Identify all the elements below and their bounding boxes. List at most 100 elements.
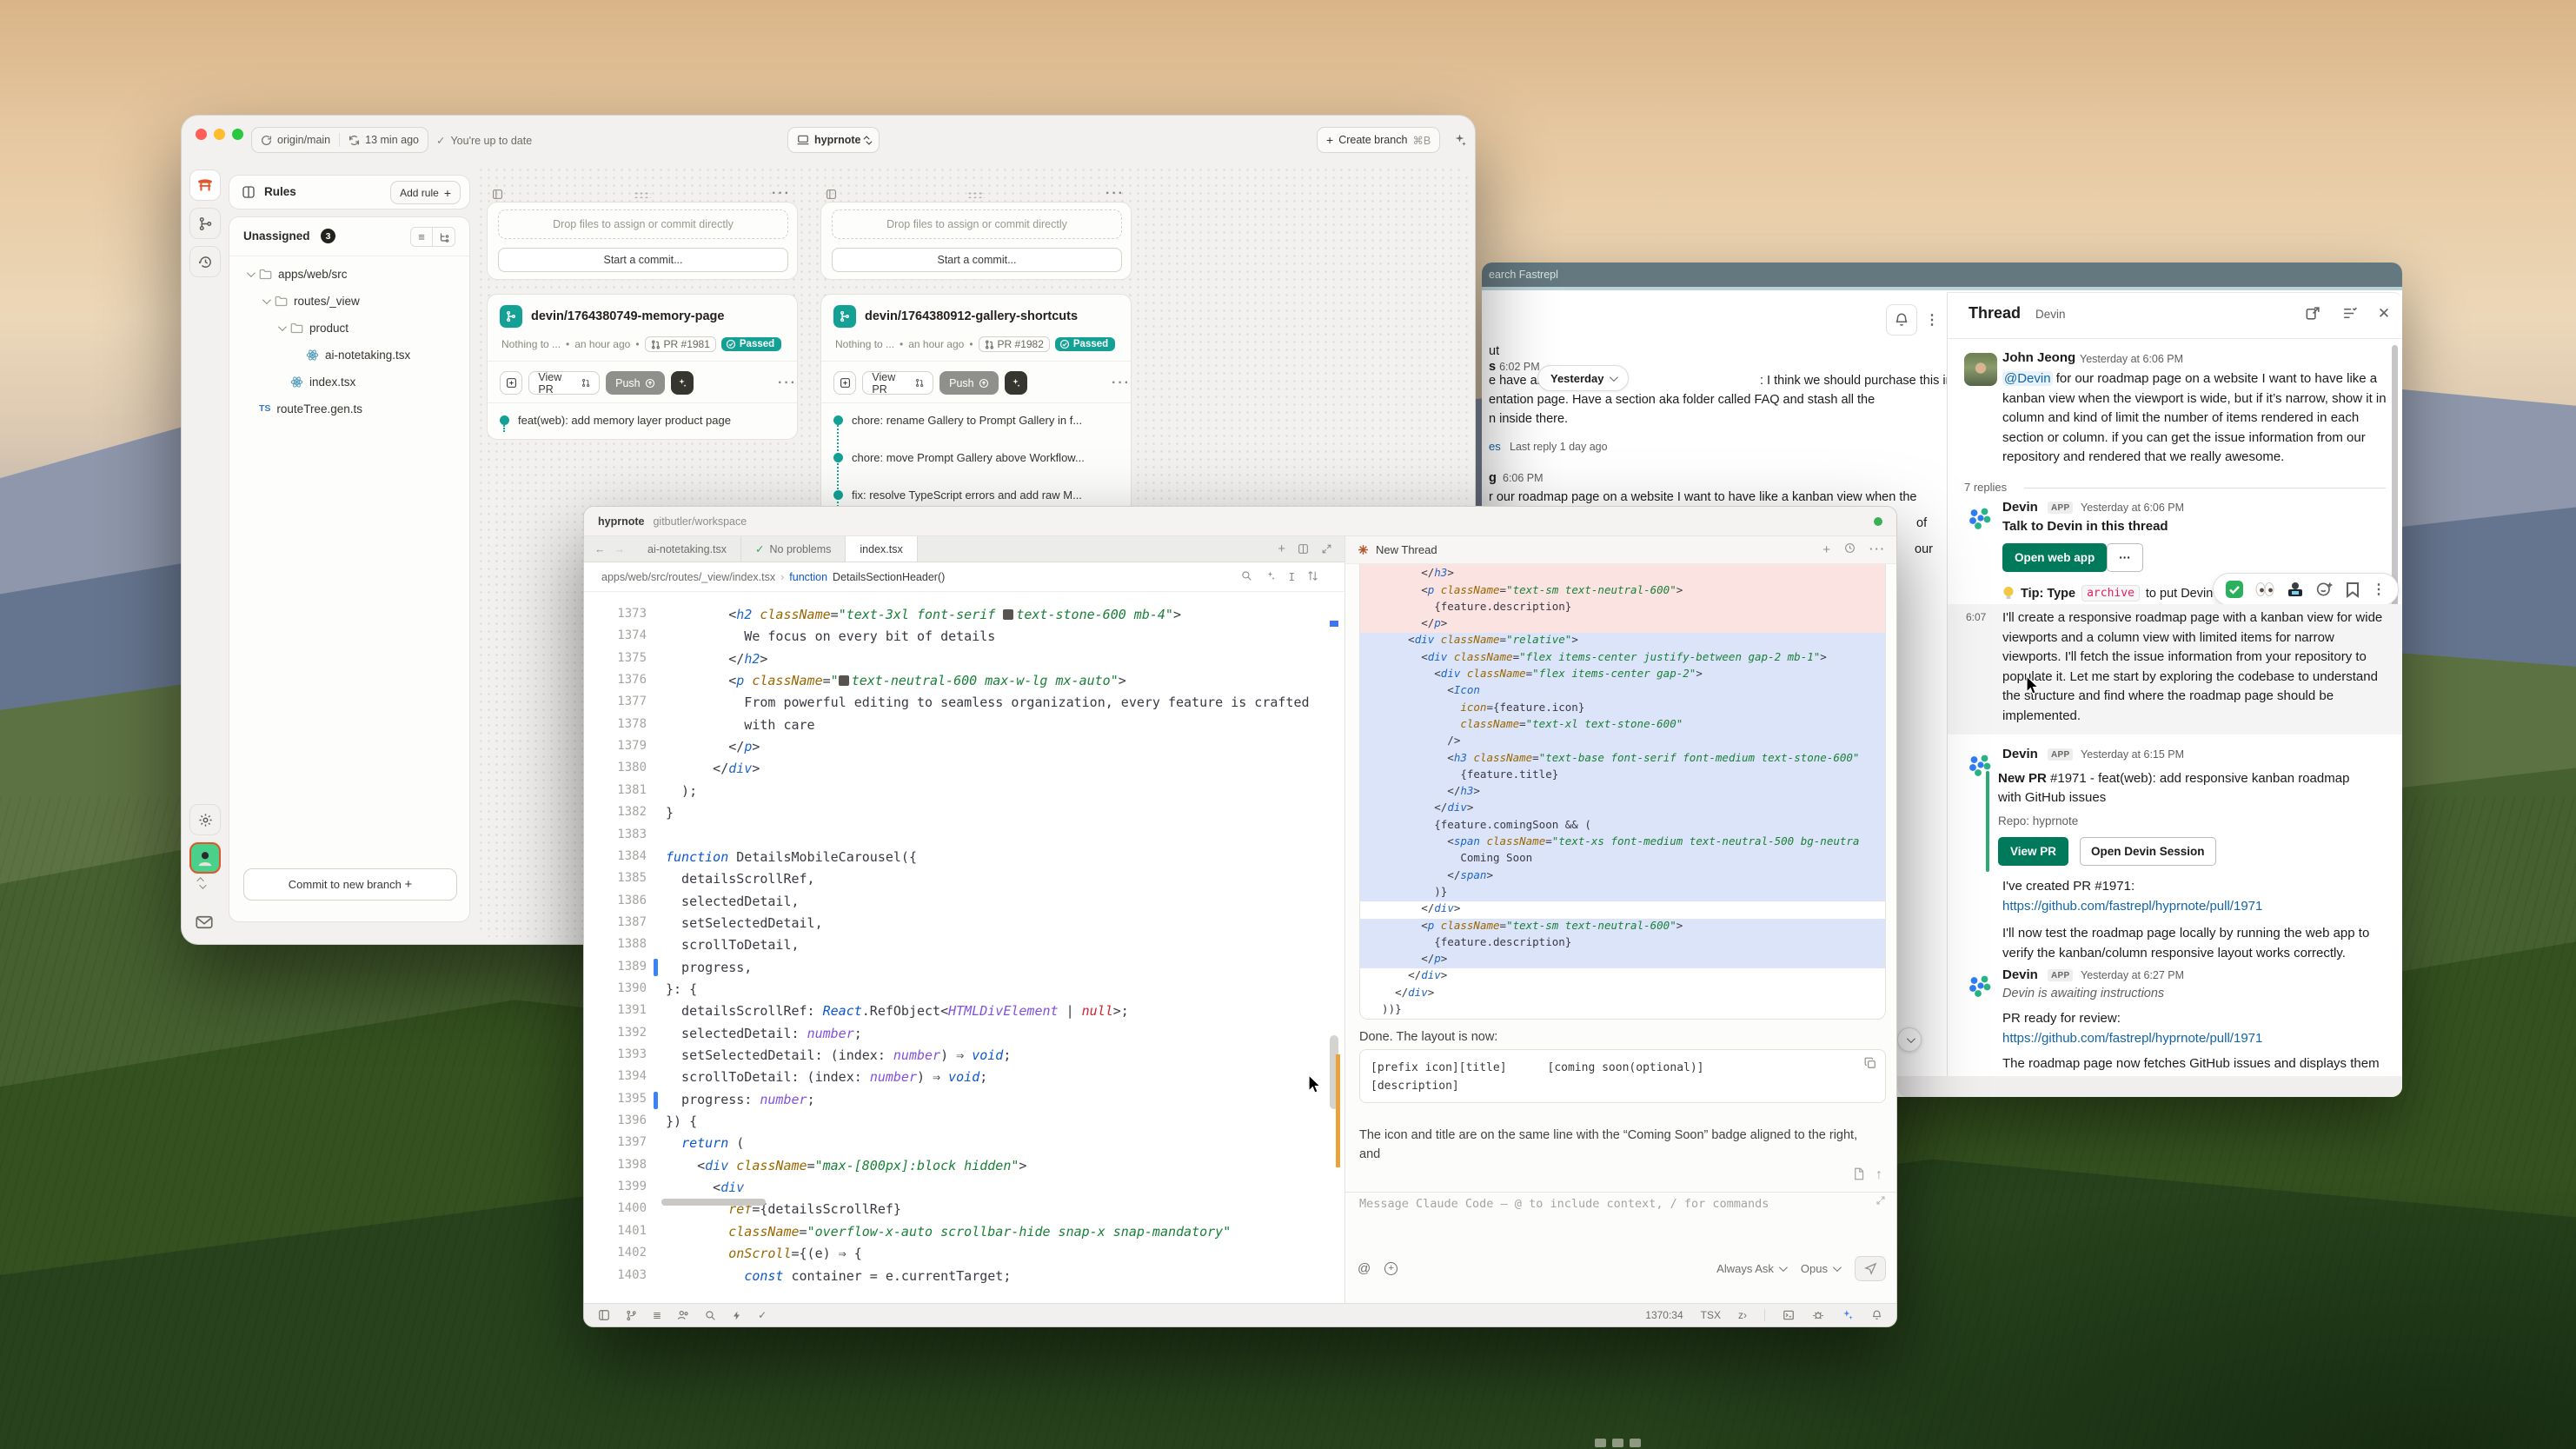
more-kebab-icon[interactable]: ⋮	[2372, 581, 2386, 598]
new-thread-icon[interactable]: +	[1822, 542, 1830, 557]
pr-pill[interactable]: PR #1981	[645, 336, 716, 352]
tree-folder-product[interactable]: product	[278, 315, 349, 341]
add-rule-button[interactable]: Add rule+	[390, 181, 461, 204]
drop-files-zone[interactable]: Drop files to assign or commit directly	[498, 209, 788, 239]
author-name[interactable]: Devin	[2002, 500, 2038, 515]
search-panel-icon[interactable]	[705, 1310, 716, 1321]
start-commit-button[interactable]: Start a commit...	[498, 248, 788, 272]
outline-icon[interactable]: ≣	[653, 1309, 661, 1321]
close-traffic-light[interactable]	[196, 129, 207, 140]
assign-icon-button[interactable]	[833, 371, 856, 395]
branch-name[interactable]: gitbutler/workspace	[653, 515, 747, 528]
git-branch-icon[interactable]	[626, 1310, 637, 1321]
timestamp[interactable]: 6:07	[1966, 611, 1986, 623]
copy-icon[interactable]	[1864, 1057, 1876, 1069]
editor-scrollbar[interactable]	[1328, 592, 1342, 1305]
search-icon[interactable]	[1241, 570, 1252, 583]
pr-pill[interactable]: PR #1982	[979, 336, 1050, 352]
rail-branches-icon[interactable]	[189, 208, 221, 239]
history-icon[interactable]	[1844, 542, 1856, 557]
user-avatar[interactable]	[189, 842, 221, 874]
rail-history-icon[interactable]	[189, 246, 221, 277]
collab-status-icon[interactable]	[1874, 517, 1882, 526]
more-icon[interactable]: ···	[1869, 542, 1886, 557]
nav-back-icon[interactable]: ←	[584, 536, 613, 562]
new-tab-icon[interactable]: +	[1278, 542, 1285, 556]
more-kebab-icon[interactable]: ⋮	[1923, 309, 1941, 330]
lane-collapse-icon[interactable]	[492, 189, 503, 200]
push-button[interactable]: Push	[606, 371, 665, 395]
commit-to-new-branch-button[interactable]: Commit to new branch +	[243, 868, 457, 901]
assistant-transcript[interactable]: {feature.title} </h3> <p className="text…	[1345, 564, 1897, 1164]
card-more-icon[interactable]: ···	[778, 376, 797, 391]
settings-gear-icon[interactable]	[189, 804, 221, 835]
zed-copilot-icon[interactable]: z›	[1738, 1309, 1747, 1321]
timestamp[interactable]: Yesterday at 6:15 PM	[2081, 748, 2184, 761]
assign-icon-button[interactable]	[500, 371, 522, 395]
slack-search-bar[interactable]: earch Fastrepl	[1482, 263, 2402, 287]
code-editor[interactable]: 1373 <h2 className="text-3xl font-serif …	[584, 592, 1344, 1305]
author-name[interactable]: Devin	[2002, 967, 2038, 982]
more-button[interactable]: ···	[2107, 543, 2143, 572]
timestamp[interactable]: Yesterday at 6:27 PM	[2081, 969, 2184, 981]
expand-input-icon[interactable]	[1876, 1195, 1886, 1206]
devin-avatar[interactable]	[1964, 502, 1997, 535]
view-pr-button[interactable]: View PR	[1998, 837, 2068, 866]
pr-link[interactable]: https://github.com/fastrepl/hyprnote/pul…	[2002, 1031, 2262, 1046]
tree-folder-routes/_view[interactable]: routes/_view	[262, 288, 360, 314]
open-devin-session-button[interactable]: Open Devin Session	[2080, 837, 2216, 866]
base-branch-pill[interactable]: origin/main 13 min ago	[251, 127, 428, 153]
push-button[interactable]: Push	[939, 371, 999, 395]
panels-icon[interactable]	[598, 1309, 610, 1321]
timestamp[interactable]: Yesterday at 6:06 PM	[2080, 353, 2183, 365]
model-dropdown[interactable]: Opus	[1801, 1262, 1839, 1275]
start-commit-button[interactable]: Start a commit...	[832, 248, 1122, 272]
drop-files-zone[interactable]: Drop files to assign or commit directly	[832, 209, 1122, 239]
avatar-switcher-chevrons[interactable]	[199, 877, 204, 889]
compare-icon[interactable]	[1307, 570, 1318, 583]
scroll-up-icon[interactable]: ↑	[1876, 1167, 1882, 1183]
author-name[interactable]: John Jeong	[2002, 350, 2075, 365]
feedback-mail-icon[interactable]	[196, 915, 213, 929]
branch-name[interactable]: devin/1764380749-memory-page	[531, 309, 724, 323]
lane-more-icon[interactable]: ···	[772, 186, 791, 202]
rail-workspace-icon[interactable]	[189, 169, 221, 201]
add-context-icon[interactable]: +	[1384, 1262, 1398, 1275]
commit-row[interactable]: chore: rename Gallery to Prompt Gallery …	[833, 414, 1120, 427]
assistant-input[interactable]: Message Claude Code — @ to include conte…	[1359, 1197, 1769, 1211]
collab-icon[interactable]	[677, 1309, 689, 1321]
tree-folder-apps/web/src[interactable]: apps/web/src	[247, 261, 348, 287]
create-branch-button[interactable]: +Create branch ⌘B	[1317, 127, 1440, 153]
open-web-app-button[interactable]: Open web app	[2002, 543, 2107, 572]
lane-drag-handle[interactable]	[634, 191, 651, 198]
language-mode[interactable]: TSX	[1701, 1309, 1721, 1321]
pr-link[interactable]: https://github.com/fastrepl/hyprnote/pul…	[2002, 899, 2262, 914]
avatar[interactable]	[1964, 353, 1997, 386]
split-pane-icon[interactable]	[1298, 543, 1309, 555]
branch-name[interactable]: devin/1764380912-gallery-shortcuts	[865, 309, 1078, 323]
commit-row[interactable]: fix: resolve TypeScript errors and add r…	[833, 489, 1120, 502]
nav-forward-icon[interactable]: →	[613, 536, 634, 562]
bookmark-icon[interactable]	[2346, 582, 2360, 598]
lane-more-icon[interactable]: ···	[1105, 186, 1125, 202]
view-pr-button[interactable]: View PR	[528, 371, 600, 395]
zoom-traffic-light[interactable]	[232, 129, 243, 140]
tree-view-toggle[interactable]	[433, 227, 455, 247]
timestamp[interactable]: Yesterday at 6:06 PM	[2081, 502, 2184, 514]
horizontal-scrollbar[interactable]	[661, 1199, 766, 1206]
workspace-switcher[interactable]: hyprnote	[787, 127, 880, 153]
expand-icon[interactable]	[1321, 543, 1332, 555]
card-more-icon[interactable]: ···	[1112, 376, 1131, 391]
tab-no-problems[interactable]: ✓No problems	[741, 536, 846, 562]
text-cursor-icon[interactable]: I	[1288, 570, 1295, 583]
add-reaction-icon[interactable]	[2316, 581, 2334, 598]
editor-titlebar[interactable]: hyprnote gitbutler/workspace	[584, 507, 1896, 536]
commit-row[interactable]: chore: move Prompt Gallery above Workflo…	[833, 451, 1120, 464]
project-name[interactable]: hyprnote	[598, 515, 644, 528]
minimize-traffic-light[interactable]	[214, 129, 225, 140]
permission-mode-dropdown[interactable]: Always Ask	[1716, 1262, 1785, 1275]
check-reaction-icon[interactable]	[2226, 581, 2243, 598]
date-pill[interactable]: Yesterday	[1537, 365, 1629, 391]
runnables-icon[interactable]	[732, 1310, 742, 1321]
breadcrumb[interactable]: apps/web/src/routes/_view/index.tsx› fun…	[584, 562, 1344, 592]
